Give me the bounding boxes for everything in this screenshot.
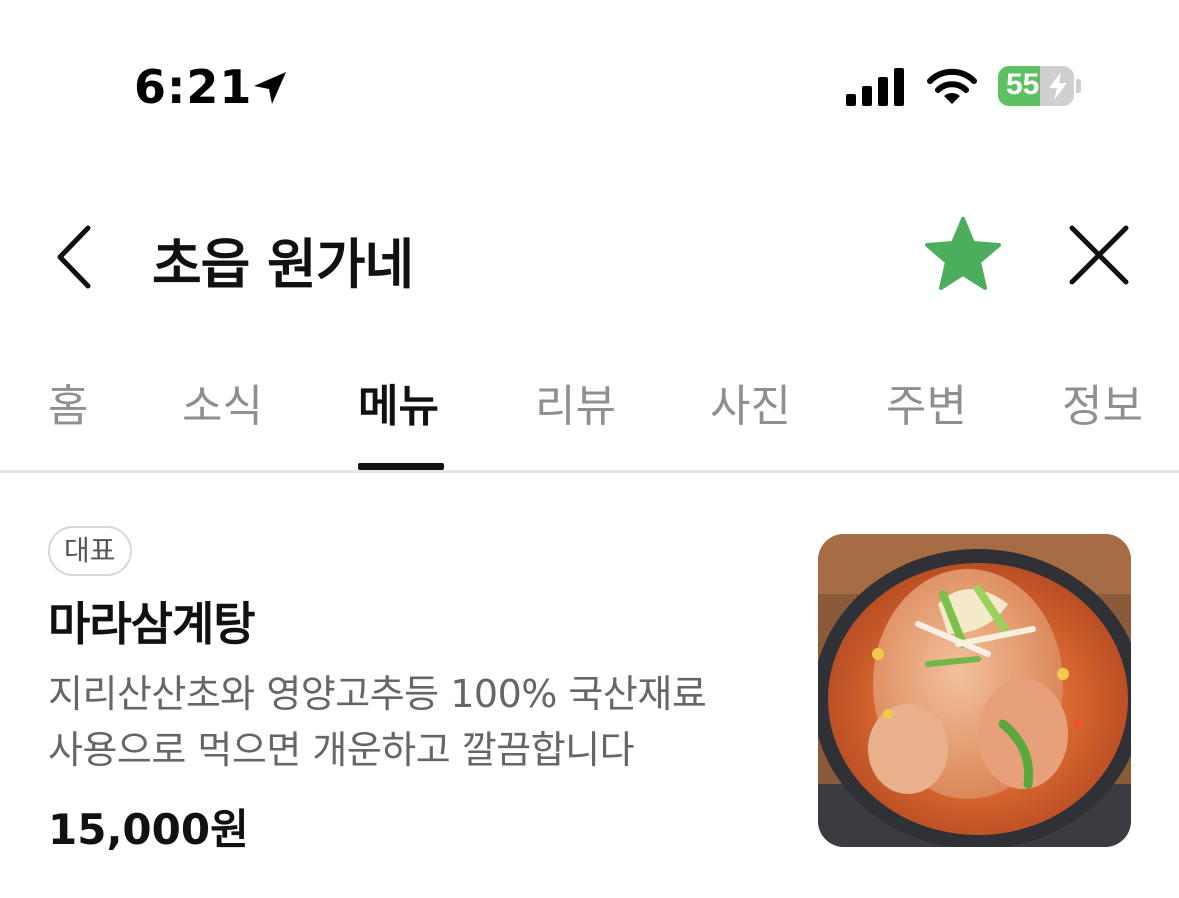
active-tab-indicator — [358, 463, 444, 470]
tab-home[interactable]: 홈 — [48, 370, 88, 434]
battery-percent: 55 — [1006, 68, 1040, 101]
wifi-icon — [927, 68, 977, 104]
tab-nearby[interactable]: 주변 — [886, 370, 967, 434]
tab-photos[interactable]: 사진 — [710, 370, 791, 434]
battery-charging-icon — [1049, 72, 1067, 100]
tab-info[interactable]: 정보 — [1062, 370, 1143, 434]
signature-badge: 대표 — [48, 526, 132, 576]
menu-item-photo[interactable] — [818, 534, 1131, 847]
tabs-divider — [0, 470, 1179, 473]
status-bar: 6:21 55 — [0, 0, 1179, 180]
tab-menu[interactable]: 메뉴 — [358, 370, 439, 434]
menu-item-description-line: 지리산산초와 영양고추등 100% 국산재료 — [48, 672, 707, 716]
battery-indicator: 55 — [998, 66, 1082, 106]
favorite-button[interactable] — [924, 216, 1002, 292]
tab-news[interactable]: 소식 — [182, 370, 263, 434]
spicy-samgyetang-photo — [818, 534, 1131, 847]
close-button[interactable] — [1064, 220, 1134, 290]
place-title: 초읍 원가네 — [152, 233, 414, 296]
location-arrow-icon — [254, 72, 286, 104]
back-button[interactable] — [46, 222, 106, 292]
chevron-left-icon — [57, 225, 91, 289]
menu-item[interactable]: 대표 마라삼계탕 지리산산초와 영양고추등 100% 국산재료 사용으로 먹으면… — [0, 500, 1179, 898]
cellular-signal-icon — [846, 68, 904, 106]
tab-bar: 홈 소식 메뉴 리뷰 사진 주변 정보 — [0, 360, 1179, 470]
status-time: 6:21 — [134, 60, 253, 114]
menu-item-description: 지리산산초와 영양고추등 100% 국산재료 사용으로 먹으면 개운하고 깔끔합… — [48, 666, 788, 778]
battery-cap — [1076, 79, 1081, 93]
menu-item-name: 마라삼계탕 — [48, 597, 256, 651]
close-icon — [1069, 225, 1129, 285]
tab-reviews[interactable]: 리뷰 — [535, 370, 616, 434]
menu-item-description-line: 사용으로 먹으면 개운하고 깔끔합니다 — [48, 728, 635, 772]
battery-body: 55 — [998, 66, 1074, 106]
place-header: 초읍 원가네 — [0, 200, 1179, 310]
menu-item-price: 15,000원 — [48, 805, 249, 854]
star-icon — [925, 217, 1001, 290]
